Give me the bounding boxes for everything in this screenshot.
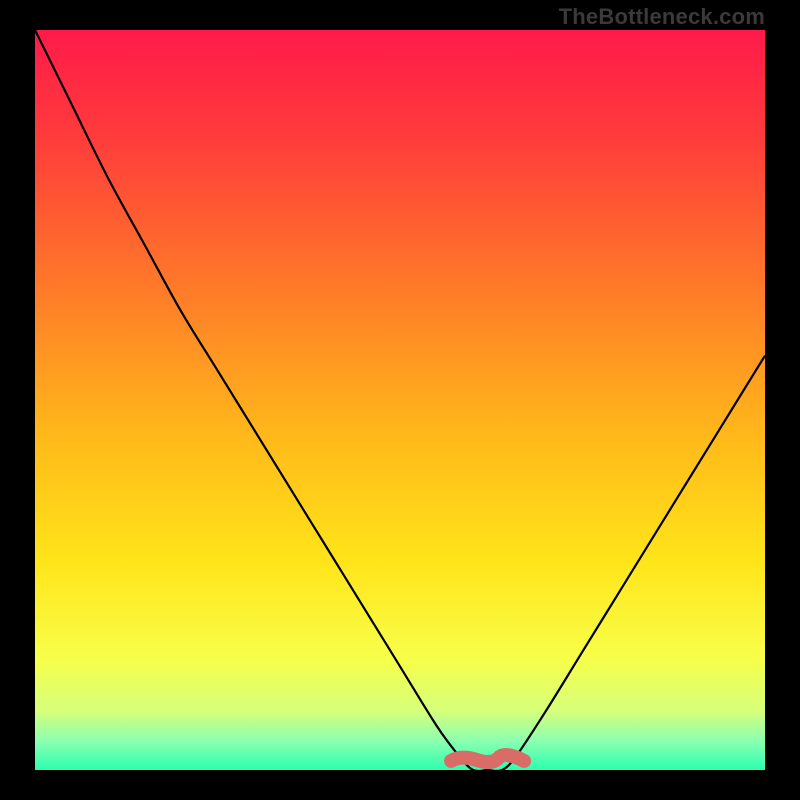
bottleneck-curve (35, 30, 765, 770)
watermark-text: TheBottleneck.com (559, 4, 765, 30)
plot-area (35, 30, 765, 770)
chart-container: TheBottleneck.com (0, 0, 800, 800)
